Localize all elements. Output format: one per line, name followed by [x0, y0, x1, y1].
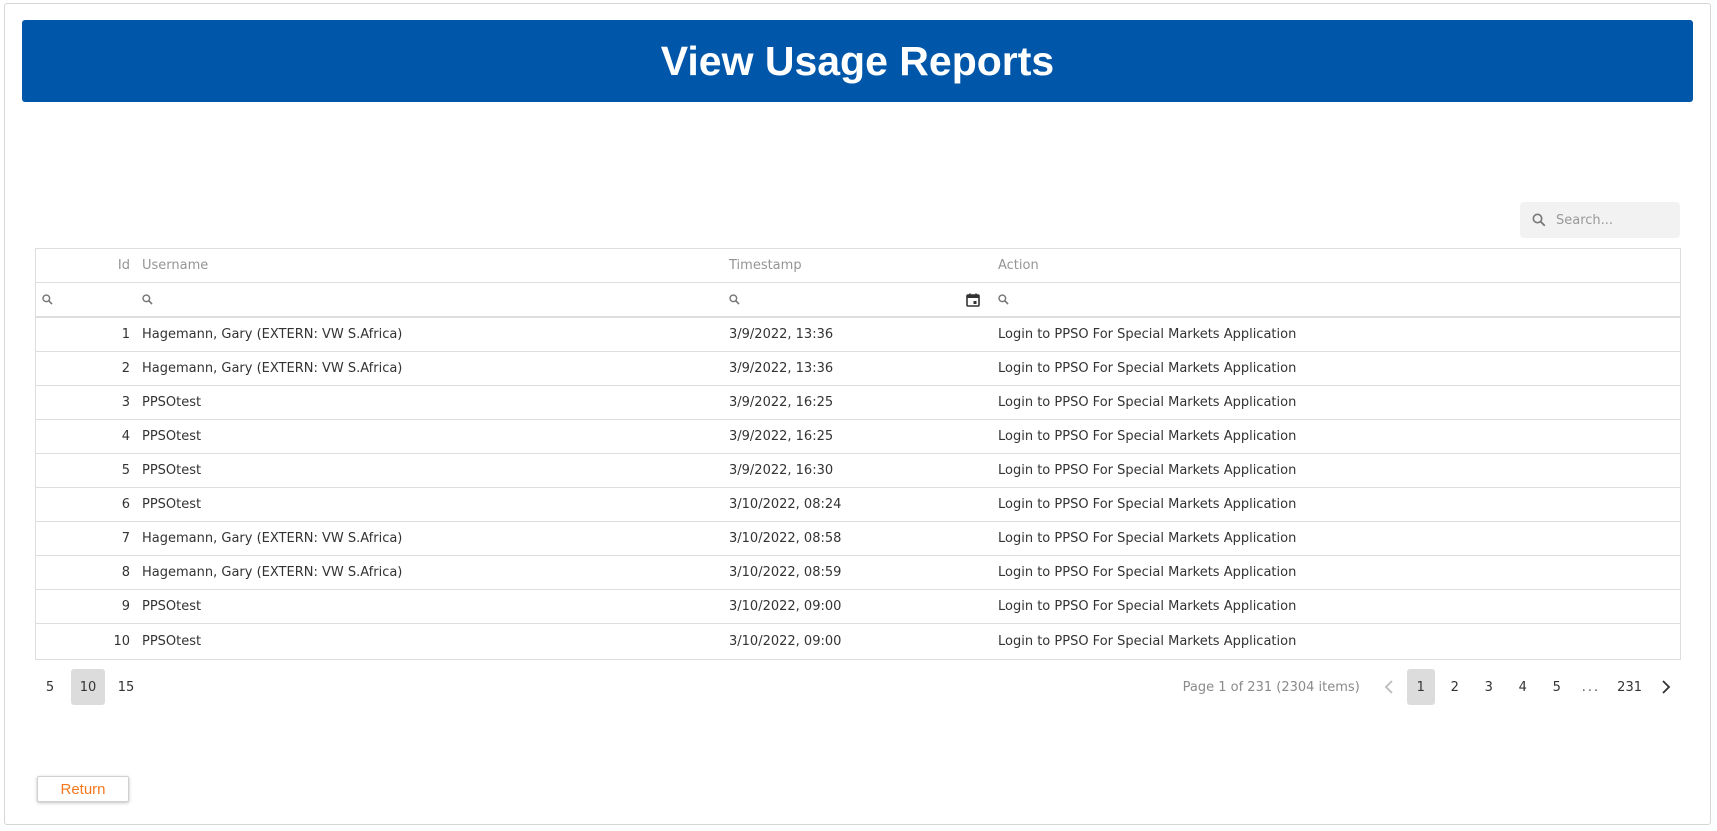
cell-username: PPSOtest [142, 395, 202, 410]
cell-timestamp: 3/9/2022, 13:36 [729, 361, 834, 376]
page-size-10[interactable]: 10 [71, 669, 105, 705]
cell-username: Hagemann, Gary (EXTERN: VW S.Africa) [142, 327, 403, 342]
column-header-username[interactable]: Username [142, 249, 712, 282]
cell-username: Hagemann, Gary (EXTERN: VW S.Africa) [142, 361, 403, 376]
prev-page-button[interactable] [1374, 669, 1404, 705]
cell-action: Login to PPSO For Special Markets Applic… [998, 497, 1297, 512]
cell-timestamp: 3/9/2022, 16:25 [729, 429, 834, 444]
search-icon [998, 294, 1009, 305]
column-header-action[interactable]: Action [998, 249, 1678, 282]
usage-grid: Id Username Timestamp Action 1 Hagemann, … [35, 248, 1681, 660]
cell-timestamp: 3/10/2022, 09:00 [729, 599, 842, 614]
page-header: View Usage Reports [22, 20, 1693, 102]
table-row[interactable]: 8 Hagemann, Gary (EXTERN: VW S.Africa) 3/1… [36, 556, 1680, 590]
cell-username: PPSOtest [142, 429, 202, 444]
grid-body: 1 Hagemann, Gary (EXTERN: VW S.Africa) 3/9… [36, 318, 1680, 658]
cell-timestamp: 3/10/2022, 09:00 [729, 633, 842, 649]
table-row[interactable]: 2 Hagemann, Gary (EXTERN: VW S.Africa) 3/9… [36, 352, 1680, 386]
page-button-3[interactable]: 3 [1475, 669, 1503, 705]
cell-timestamp: 3/9/2022, 13:36 [729, 327, 834, 342]
cell-id: 1 [121, 327, 130, 342]
cell-username: PPSOtest [142, 497, 202, 512]
page-button-last[interactable]: 231 [1611, 669, 1648, 705]
pager: Page 1 of 231 (2304 items) 1 2 3 4 5 ...… [1183, 669, 1681, 705]
cell-id: 3 [121, 395, 130, 410]
cell-action: Login to PPSO For Special Markets Applic… [998, 395, 1297, 410]
page-button-5[interactable]: 5 [1543, 669, 1571, 705]
page-button-2[interactable]: 2 [1441, 669, 1469, 705]
filter-username[interactable] [142, 283, 712, 316]
cell-action: Login to PPSO For Special Markets Applic… [998, 429, 1297, 444]
calendar-icon [966, 293, 980, 307]
table-row[interactable]: 9 PPSOtest 3/10/2022, 09:00 Login to PPSO F… [36, 590, 1680, 624]
calendar-button[interactable] [966, 283, 986, 316]
cell-timestamp: 3/10/2022, 08:59 [729, 565, 842, 580]
search-icon [729, 294, 740, 305]
filter-id[interactable] [42, 283, 132, 316]
cell-action: Login to PPSO For Special Markets Applic… [998, 565, 1297, 580]
cell-username: PPSOtest [142, 463, 202, 478]
grid-filter-row [36, 283, 1680, 318]
next-page-button[interactable] [1651, 669, 1681, 705]
cell-username: Hagemann, Gary (EXTERN: VW S.Africa) [142, 565, 403, 580]
cell-action: Login to PPSO For Special Markets Applic… [998, 361, 1297, 376]
cell-username: PPSOtest [142, 599, 202, 614]
cell-username: Hagemann, Gary (EXTERN: VW S.Africa) [142, 531, 403, 546]
cell-action: Login to PPSO For Special Markets Applic… [998, 599, 1297, 614]
cell-action: Login to PPSO For Special Markets Applic… [998, 463, 1297, 478]
page-info: Page 1 of 231 (2304 items) [1182, 679, 1360, 695]
search-icon [1532, 213, 1546, 227]
cell-username: PPSOtest [142, 633, 202, 649]
cell-timestamp: 3/10/2022, 08:58 [729, 531, 842, 546]
cell-action: Login to PPSO For Special Markets Applic… [998, 531, 1297, 546]
grid-header-row: Id Username Timestamp Action [36, 249, 1680, 283]
cell-id: 2 [121, 361, 130, 376]
table-row[interactable]: 10 PPSOtest 3/10/2022, 09:00 Login to PPSO … [36, 624, 1680, 658]
search-icon [42, 294, 53, 305]
table-row[interactable]: 3 PPSOtest 3/9/2022, 16:25 Login to PPSO Fo… [36, 386, 1680, 420]
page-size-15[interactable]: 15 [111, 669, 141, 705]
cell-id: 5 [121, 463, 130, 478]
column-header-timestamp[interactable]: Timestamp [729, 249, 989, 282]
filter-timestamp[interactable] [729, 283, 959, 316]
table-row[interactable]: 6 PPSOtest 3/10/2022, 08:24 Login to PPSO F… [36, 488, 1680, 522]
cell-id: 8 [121, 565, 130, 580]
cell-action: Login to PPSO For Special Markets Applic… [998, 633, 1297, 649]
page-size-5[interactable]: 5 [35, 669, 65, 705]
cell-timestamp: 3/9/2022, 16:30 [729, 463, 834, 478]
table-row[interactable]: 4 PPSOtest 3/9/2022, 16:25 Login to PPSO Fo… [36, 420, 1680, 454]
table-row[interactable]: 5 PPSOtest 3/9/2022, 16:30 Login to PPSO Fo… [36, 454, 1680, 488]
page-button-4[interactable]: 4 [1509, 669, 1537, 705]
page-size-selector: 5 10 15 [35, 669, 141, 705]
table-row[interactable]: 1 Hagemann, Gary (EXTERN: VW S.Africa) 3/9… [36, 318, 1680, 352]
table-row[interactable]: 7 Hagemann, Gary (EXTERN: VW S.Africa) 3/1… [36, 522, 1680, 556]
column-header-id[interactable]: Id [36, 249, 130, 282]
return-button[interactable]: Return [37, 776, 129, 802]
chevron-right-icon [1661, 679, 1671, 695]
cell-id: 4 [121, 429, 130, 444]
page-title: View Usage Reports [660, 37, 1055, 84]
search-input[interactable] [1554, 211, 1678, 229]
cell-id: 10 [113, 633, 130, 649]
cell-timestamp: 3/10/2022, 08:24 [729, 497, 842, 512]
cell-timestamp: 3/9/2022, 16:25 [729, 395, 834, 410]
cell-action: Login to PPSO For Special Markets Applic… [998, 327, 1297, 342]
cell-id: 6 [121, 497, 130, 512]
page-ellipsis: ... [1581, 679, 1601, 695]
filter-action[interactable] [998, 283, 1678, 316]
search-box[interactable] [1520, 202, 1680, 238]
chevron-left-icon [1384, 679, 1394, 695]
page-button-1[interactable]: 1 [1406, 669, 1435, 705]
search-icon [142, 294, 153, 305]
cell-id: 7 [121, 531, 130, 546]
cell-id: 9 [121, 599, 130, 614]
